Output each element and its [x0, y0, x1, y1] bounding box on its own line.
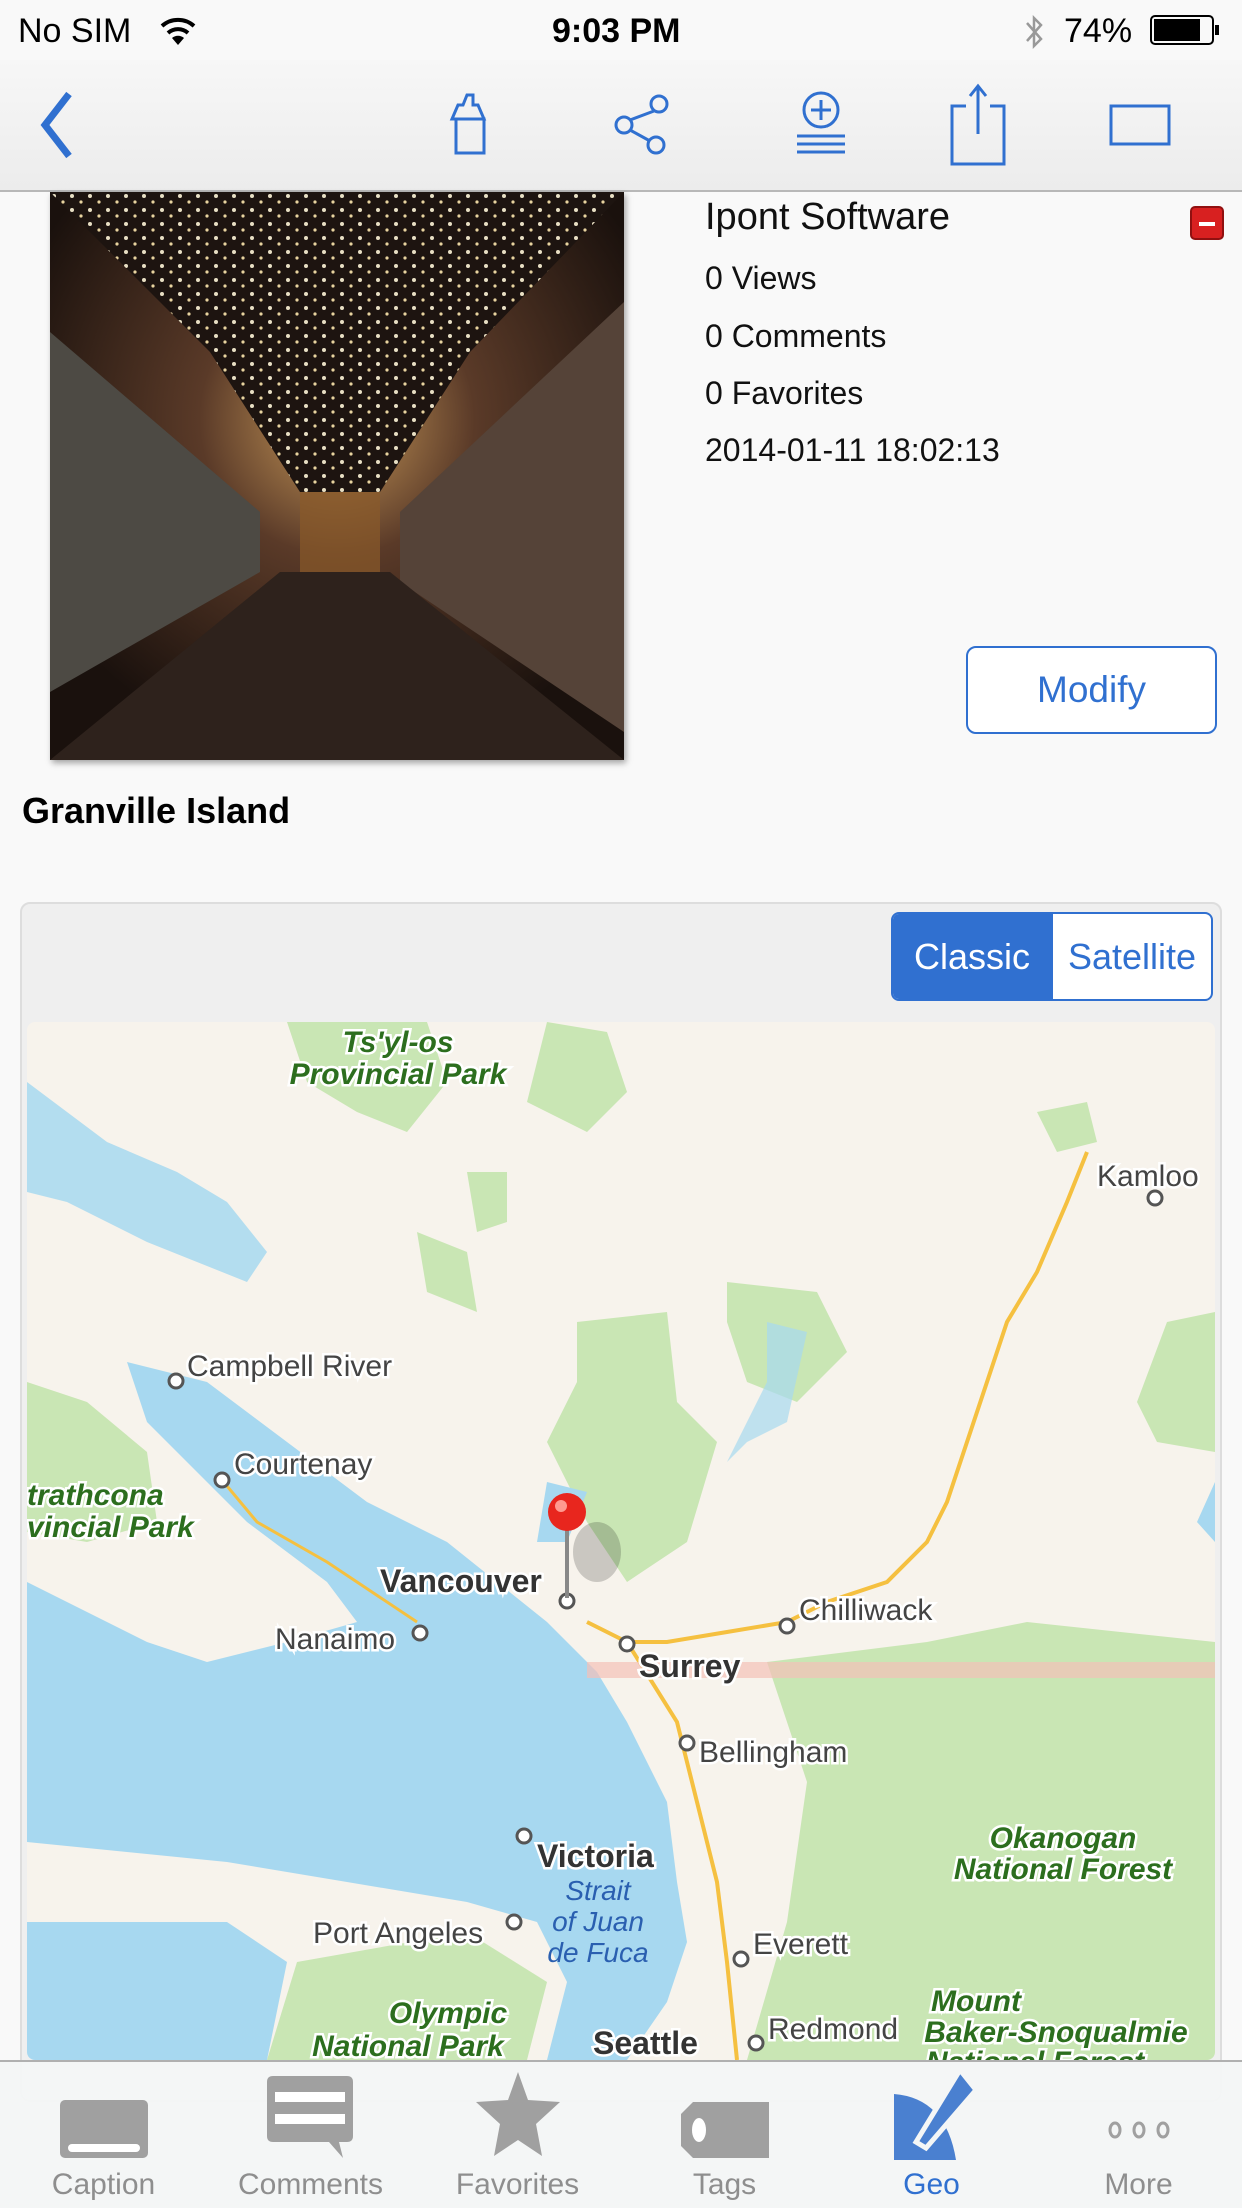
map-label: Okanogan: [990, 1822, 1137, 1855]
add-list-icon: [797, 91, 845, 154]
map-label: vincial Park: [27, 1511, 195, 1544]
tag-icon: [680, 2102, 769, 2158]
map-label: Victoria: [537, 1838, 654, 1874]
caption-icon: [59, 2100, 148, 2158]
map-type-segmented-control: Classic Satellite: [891, 912, 1213, 1001]
modify-button[interactable]: Modify: [966, 646, 1217, 734]
nav-bar: [0, 60, 1242, 192]
favorites-count: 0 Favorites: [705, 375, 864, 411]
photo-image: [50, 192, 624, 760]
export-icon: [950, 83, 1006, 166]
share-network-button[interactable]: [598, 80, 688, 170]
clock: 9:03 PM: [552, 12, 681, 50]
map-label: Everett: [753, 1928, 849, 1961]
photo-thumbnail[interactable]: [50, 192, 624, 760]
tab-caption[interactable]: Caption: [0, 2062, 207, 2208]
map-label: Chilliwack: [799, 1594, 933, 1627]
tab-label: Comments: [237, 2168, 384, 2201]
comments-count: 0 Comments: [705, 318, 887, 354]
more-icon: [1108, 2121, 1169, 2139]
map-label: Seattle: [593, 2025, 698, 2060]
back-button[interactable]: [10, 80, 100, 170]
photo-caption: Granville Island: [22, 790, 291, 831]
bluetooth-icon: [1026, 14, 1043, 50]
rectangle-icon: [1109, 104, 1171, 146]
map-label: Provincial Park: [290, 1058, 508, 1091]
delete-button[interactable]: [1190, 206, 1224, 240]
map-view[interactable]: Ts'yl-os Provincial Park Kamloo Campbell…: [27, 1022, 1215, 2060]
tab-label: Geo: [903, 2168, 960, 2201]
add-to-list-button[interactable]: [776, 80, 866, 170]
star-icon: [475, 2072, 560, 2156]
map-label: Redmond: [768, 2013, 898, 2046]
map-label: Port Angeles: [313, 1917, 483, 1950]
home-button[interactable]: [425, 80, 515, 170]
tab-label: Tags: [692, 2168, 757, 2201]
carrier: No SIM: [18, 12, 132, 50]
map-label: Nanaimo: [275, 1623, 395, 1656]
battery-icon: [1150, 15, 1219, 45]
status-bar: No SIM 9:03 PM 74%: [0, 0, 1242, 60]
battery-percent: 74%: [1064, 12, 1133, 50]
map-label: Baker-Snoqualmie: [924, 2016, 1187, 2049]
wifi-icon: [160, 17, 196, 45]
map-label: Mount: [931, 1985, 1023, 2018]
map-label: trathcona: [27, 1479, 164, 1512]
map-label: National Park: [312, 2030, 505, 2060]
map-label: Bellingham: [699, 1736, 847, 1769]
map-label: Ts'yl-os: [342, 1026, 453, 1059]
geo-pin-map-icon: [893, 2068, 978, 2160]
map-label: Surrey: [639, 1648, 741, 1684]
map-label: Kamloo: [1097, 1160, 1199, 1193]
views-count: 0 Views: [705, 260, 817, 296]
map-label: de Fuca: [547, 1937, 648, 1968]
tab-favorites[interactable]: Favorites: [414, 2062, 621, 2208]
comments-icon: [266, 2076, 353, 2158]
segment-satellite[interactable]: Satellite: [1051, 914, 1211, 999]
tab-comments[interactable]: Comments: [207, 2062, 414, 2208]
tab-tags[interactable]: Tags: [621, 2062, 828, 2208]
share-network-icon: [614, 94, 669, 155]
export-button[interactable]: [933, 80, 1023, 170]
chevron-left-icon: [40, 91, 72, 159]
fullscreen-button[interactable]: [1095, 80, 1185, 170]
map-label: Courtenay: [234, 1448, 372, 1481]
map-label: Vancouver: [380, 1563, 542, 1599]
map-label: Strait: [565, 1875, 632, 1906]
map-label: Campbell River: [187, 1350, 392, 1383]
tab-bar: Caption Comments Favorites Tags Geo More: [0, 2060, 1242, 2208]
minus-icon: [1199, 222, 1215, 226]
tab-label: Favorites: [455, 2168, 580, 2201]
map-label: National Forest: [926, 2046, 1146, 2060]
upload-date: 2014-01-11 18:02:13: [705, 432, 1000, 468]
segment-classic[interactable]: Classic: [893, 914, 1051, 999]
tab-more[interactable]: More: [1035, 2062, 1242, 2208]
tab-label: More: [1104, 2168, 1173, 2201]
map-label: of Juan: [552, 1906, 644, 1937]
map-label: Olympic: [389, 1997, 508, 2030]
home-icon: [449, 93, 487, 155]
author-name: Ipont Software: [705, 196, 951, 238]
map-label: National Forest: [954, 1853, 1174, 1886]
tab-label: Caption: [51, 2168, 156, 2201]
tab-geo[interactable]: Geo: [828, 2062, 1035, 2208]
